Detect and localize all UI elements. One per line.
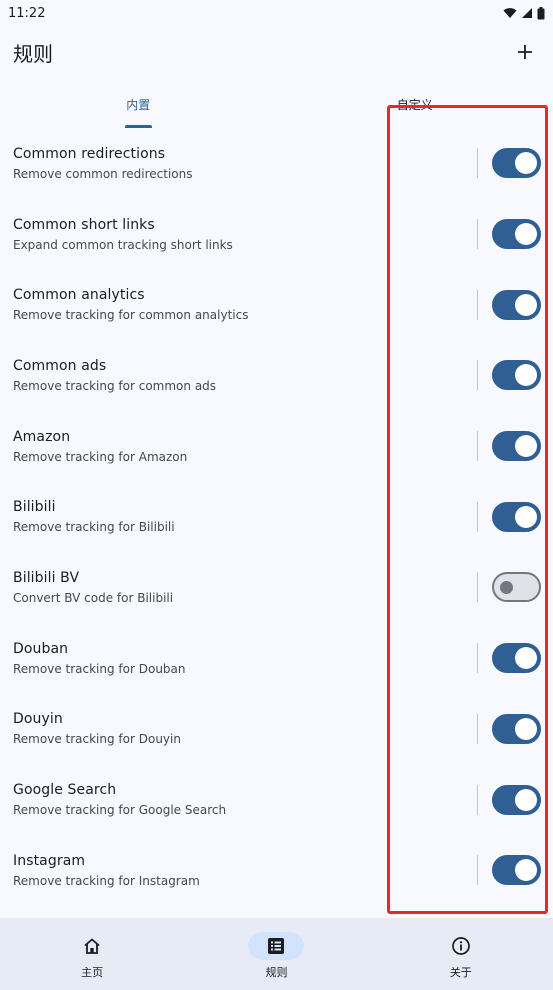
rule-row[interactable]: Common redirections Remove common redirec… <box>0 128 553 199</box>
rule-title: Amazon <box>13 428 71 445</box>
rule-toggle[interactable] <box>492 148 541 179</box>
nav-label: 主页 <box>81 966 104 979</box>
rule-title: Common analytics <box>13 287 145 304</box>
info-icon <box>451 937 470 955</box>
toggle-knob <box>515 364 537 387</box>
nav-label: 关于 <box>449 966 472 979</box>
rule-toggle[interactable] <box>492 431 541 462</box>
plus-icon <box>518 45 532 59</box>
rule-row[interactable]: Bilibili BV Convert BV code for Bilibili <box>0 552 553 623</box>
rule-row[interactable]: Common short links Expand common tracking… <box>0 199 553 270</box>
toggle-knob <box>515 788 537 811</box>
rule-toggle[interactable] <box>492 643 541 674</box>
rule-title: Instagram <box>13 852 86 869</box>
divider <box>477 431 478 462</box>
app-bar: 规则 <box>0 30 553 74</box>
nav-icon-container <box>433 932 489 960</box>
rule-title: Common redirections <box>13 145 166 162</box>
rule-description: Remove tracking for common analytics <box>13 308 249 323</box>
bottom-nav: 主页 规则 关于 <box>0 918 553 990</box>
toggle-knob <box>515 293 537 316</box>
rule-toggle[interactable] <box>492 219 541 250</box>
tab-builtin[interactable]: 内置 <box>0 88 277 128</box>
rule-title: Douyin <box>13 711 63 728</box>
divider <box>477 713 478 744</box>
rule-row[interactable]: Instagram Remove tracking for Instagram <box>0 835 553 906</box>
rule-row[interactable]: Douban Remove tracking for Douban <box>0 623 553 694</box>
divider <box>477 643 478 674</box>
rule-toggle[interactable] <box>492 572 541 603</box>
divider <box>477 360 478 391</box>
nav-item-home[interactable]: 主页 <box>0 918 184 990</box>
toggle-knob <box>500 581 513 595</box>
rule-title: Bilibili BV <box>13 569 80 586</box>
rule-list: Common redirections Remove common redirec… <box>0 128 553 906</box>
divider <box>477 501 478 532</box>
toggle-knob <box>515 505 537 528</box>
list-icon <box>268 938 285 954</box>
rule-row[interactable]: Bilibili Remove tracking for Bilibili <box>0 481 553 552</box>
nav-item-about[interactable]: 关于 <box>369 918 553 990</box>
tab-label: 自定义 <box>396 98 433 112</box>
toggle-knob <box>515 152 537 175</box>
rule-toggle[interactable] <box>492 713 541 744</box>
rule-row[interactable]: Amazon Remove tracking for Amazon <box>0 411 553 482</box>
rule-toggle[interactable] <box>492 855 541 886</box>
nav-icon-container <box>64 932 120 960</box>
rule-title: Common short links <box>13 216 155 233</box>
rule-description: Remove tracking for Bilibili <box>13 520 175 535</box>
wifi-icon <box>503 8 517 18</box>
rule-description: Remove tracking for Google Search <box>13 803 227 818</box>
rule-row[interactable]: Douyin Remove tracking for Douyin <box>0 694 553 765</box>
nav-label: 规则 <box>265 966 288 979</box>
rule-toggle[interactable] <box>492 289 541 320</box>
rule-row[interactable]: Google Search Remove tracking for Google … <box>0 764 553 835</box>
divider <box>477 572 478 603</box>
toggle-knob <box>515 223 537 246</box>
rule-title: Douban <box>13 640 69 657</box>
rule-description: Convert BV code for Bilibili <box>13 590 174 605</box>
rule-row[interactable]: Common analytics Remove tracking for comm… <box>0 269 553 340</box>
toggle-knob <box>515 859 537 882</box>
toggle-knob <box>515 717 537 740</box>
rule-description: Remove tracking for Instagram <box>13 873 200 888</box>
rule-toggle[interactable] <box>492 501 541 532</box>
rule-description: Remove common redirections <box>13 166 193 181</box>
nav-item-rules[interactable]: 规则 <box>184 918 368 990</box>
nav-icon-container <box>248 932 305 960</box>
rule-toggle[interactable] <box>492 784 541 815</box>
divider <box>477 289 478 320</box>
home-icon <box>84 938 100 954</box>
rule-description: Remove tracking for Douyin <box>13 732 181 747</box>
status-time: 11:22 <box>8 5 46 21</box>
rule-title: Common ads <box>13 357 107 374</box>
rule-description: Expand common tracking short links <box>13 237 233 252</box>
battery-icon <box>537 6 545 19</box>
divider <box>477 784 478 815</box>
rule-toggle[interactable] <box>492 360 541 391</box>
rule-description: Remove tracking for Amazon <box>13 449 188 464</box>
status-icons <box>503 6 545 20</box>
tab-custom[interactable]: 自定义 <box>277 88 553 128</box>
divider <box>477 148 478 179</box>
page-title: 规则 <box>13 41 53 66</box>
rule-row[interactable]: Common ads Remove tracking for common ads <box>0 340 553 411</box>
tab-label: 内置 <box>126 98 151 112</box>
toggle-knob <box>515 435 537 458</box>
status-bar: 11:22 <box>0 0 553 26</box>
tab-bar: 内置 自定义 <box>0 88 553 128</box>
add-rule-button[interactable] <box>511 38 539 66</box>
signal-icon <box>522 8 532 18</box>
rule-title: Bilibili <box>13 499 56 516</box>
rule-description: Remove tracking for Douban <box>13 661 186 676</box>
divider <box>477 855 478 886</box>
rule-description: Remove tracking for common ads <box>13 378 217 393</box>
toggle-knob <box>515 647 537 670</box>
divider <box>477 219 478 250</box>
rule-title: Google Search <box>13 782 117 799</box>
